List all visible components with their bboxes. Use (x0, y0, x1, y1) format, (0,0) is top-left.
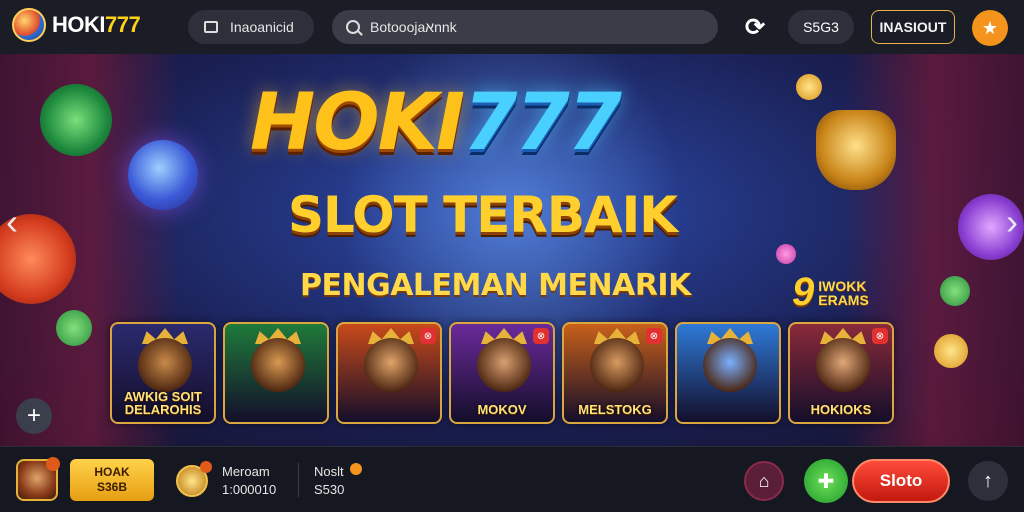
coin-balance-box[interactable]: HOAK S36B (70, 459, 154, 501)
logo-emblem-icon (12, 8, 46, 42)
hot-badge-icon: ⊗ (646, 328, 662, 344)
gamepad-icon[interactable]: ✚ (804, 459, 848, 503)
banner-title-part1: HOKI (250, 78, 465, 168)
sync-icon[interactable]: ⟳ (740, 12, 770, 42)
carousel-next-arrow-icon[interactable]: › (1000, 201, 1024, 242)
character-portrait-icon (590, 338, 644, 392)
banner-tagline: PENGALEMAN MENARIK (300, 268, 691, 303)
search-placeholder: Botooojaאnnk (370, 19, 457, 35)
hot-badge-icon: ⊗ (872, 328, 888, 344)
logo[interactable]: HOKI777 (12, 8, 141, 42)
gold-coin-icon (934, 334, 968, 368)
star-icon[interactable]: ★ (972, 10, 1008, 46)
divider (298, 463, 299, 497)
search-icon (346, 20, 360, 34)
character-portrait-icon (816, 338, 870, 392)
game-card[interactable]: ⊗ HOKIOKS (788, 322, 894, 424)
character-portrait-icon (138, 338, 192, 392)
blue-cat-mascot-icon (128, 140, 198, 210)
hero-banner[interactable]: HOKI777 SLOT TERBAIK PENGALEMAN MENARIK … (0, 54, 1024, 446)
coin-alert-badge-icon (200, 461, 212, 473)
promo-badge-line2: ERAMS (818, 291, 869, 308)
stat-bonus: Noslt S530 (314, 463, 344, 499)
hot-badge-icon: ⊗ (533, 328, 549, 344)
menu-button[interactable]: Inaoanicid (188, 10, 314, 44)
coin-box-line2: S36B (96, 480, 128, 494)
window-icon (204, 21, 218, 33)
stat-credits-label: Meroam (222, 464, 270, 479)
menu-label: Inaoanicid (230, 19, 294, 35)
golden-mask-mascot-icon (816, 110, 896, 190)
game-card[interactable]: ⊗ MELSTOKG (562, 322, 668, 424)
game-card-label: MELSTOKG (578, 402, 652, 417)
stat-credits-value: 1:000010 (222, 482, 277, 497)
logo-text: HOKI777 (52, 12, 141, 38)
game-card-label: AWKIG SOIT DELAROHIS (124, 389, 202, 417)
bottom-navigation-bar: HOAK S36B Meroam 1:000010 Noslt S530 ⌂ ✚… (0, 446, 1024, 512)
plus-icon[interactable]: + (16, 398, 52, 434)
notification-badge-icon (46, 457, 60, 471)
logo-text-yellow: 777 (105, 12, 141, 37)
home-icon[interactable]: ⌂ (744, 461, 784, 501)
banner-subtitle: SLOT TERBAIK (288, 186, 678, 244)
banner-title: HOKI777 (250, 84, 622, 162)
coin-box-line1: HOAK (94, 465, 130, 479)
promo-badge-number: 9 (792, 270, 815, 314)
game-card[interactable]: ⊗ (336, 322, 442, 424)
hot-badge-icon: ⊗ (420, 328, 436, 344)
promo-badge-text: IWOKK ERAMS (818, 279, 869, 307)
top-navigation-bar: HOKI777 Inaoanicid Botooojaאnnk ⟳ S5G3 I… (0, 0, 1024, 54)
balance-button[interactable]: S5G3 (788, 10, 854, 44)
stat-bonus-value: S530 (314, 482, 345, 497)
casino-chip-icon (776, 244, 796, 264)
bonus-dot-icon (350, 463, 362, 475)
login-button[interactable]: INASIOUT (871, 10, 955, 44)
logo-text-white: HOKI (52, 12, 106, 37)
arrow-up-icon[interactable]: ↑ (968, 461, 1008, 501)
slot-button[interactable]: Sloto (852, 459, 950, 503)
stat-credits: Meroam 1:000010 (222, 463, 276, 499)
game-card[interactable] (223, 322, 329, 424)
carousel-prev-arrow-icon[interactable]: ‹ (0, 201, 24, 242)
game-card[interactable]: AWKIG SOIT DELAROHIS (110, 322, 216, 424)
search-input[interactable]: Botooojaאnnk (332, 10, 718, 44)
gold-coin-icon (796, 74, 822, 100)
character-portrait-icon (251, 338, 305, 392)
game-card[interactable]: ⊗ MOKOV (449, 322, 555, 424)
stat-bonus-label: Noslt (314, 464, 344, 479)
character-portrait-icon (364, 338, 418, 392)
casino-chip-icon (56, 310, 92, 346)
game-card-label: HOKIOKS (810, 402, 872, 417)
game-card[interactable] (675, 322, 781, 424)
game-card-label: MOKOV (477, 402, 527, 417)
game-card-row: AWKIG SOIT DELAROHIS ⊗ ⊗ MOKOV ⊗ MELSTOKG ⊗ HOK… (110, 322, 910, 434)
character-portrait-icon (477, 338, 531, 392)
banner-title-part2: 777 (463, 78, 622, 168)
promo-badge: 9 IWOKK ERAMS (792, 270, 869, 315)
casino-chip-icon (940, 276, 970, 306)
character-portrait-icon (703, 338, 757, 392)
